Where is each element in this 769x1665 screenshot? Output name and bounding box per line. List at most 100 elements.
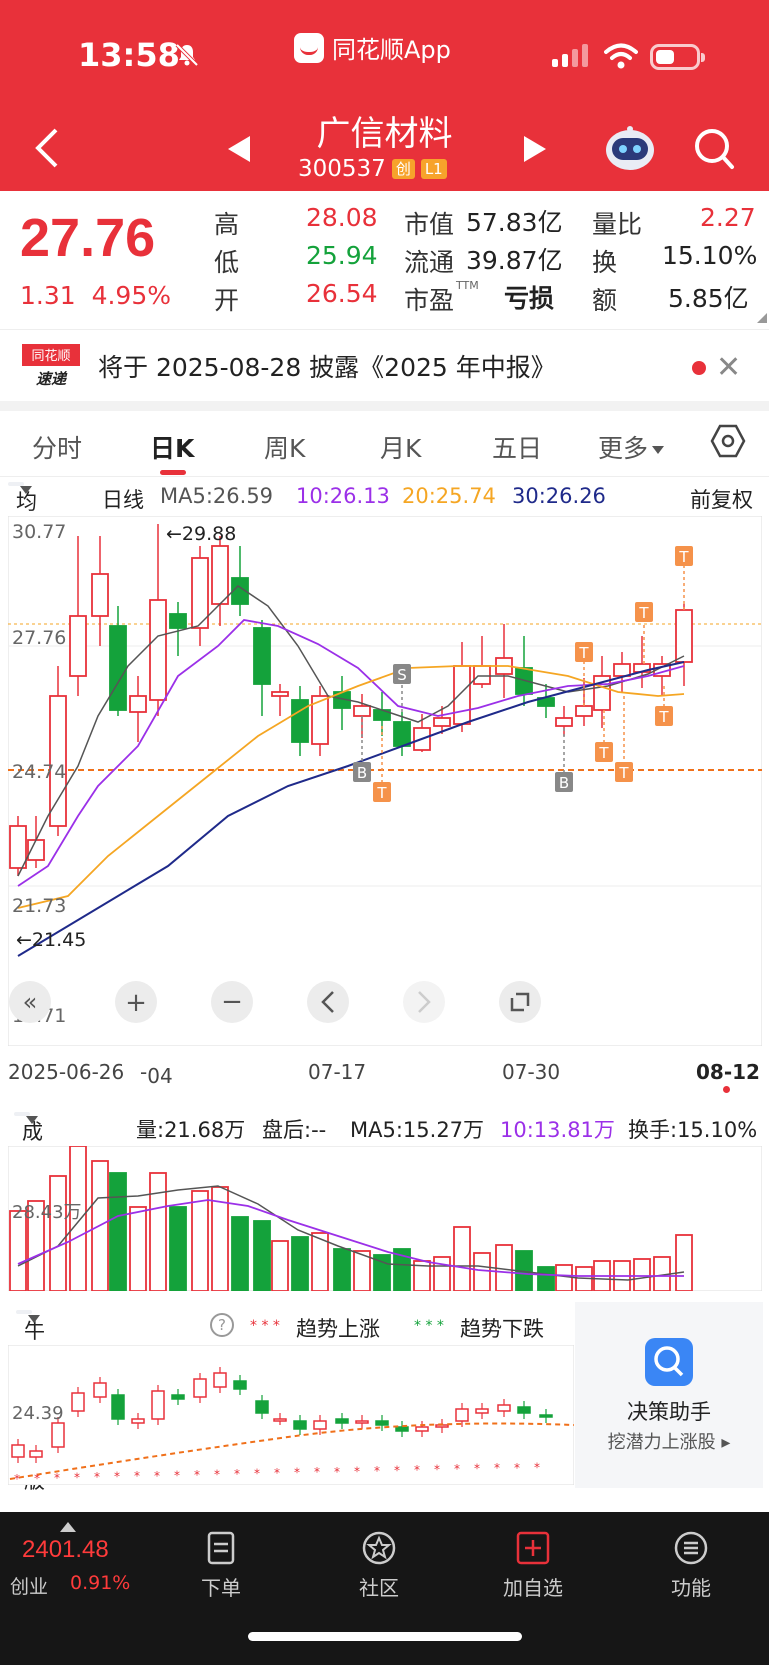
- svg-text:*: *: [394, 1463, 400, 1477]
- notice-text[interactable]: 将于 2025-08-28 披露《2025 年中报》: [98, 348, 556, 384]
- nav-add-watchlist[interactable]: 加自选: [478, 1512, 588, 1612]
- document-icon: [207, 1531, 235, 1565]
- float-value: 39.87亿: [466, 246, 563, 275]
- level-tag: L1: [420, 159, 447, 179]
- price-change: 1.31 4.95%: [20, 281, 171, 310]
- up-triangle-icon: [60, 1522, 76, 1532]
- battery-icon: [650, 44, 705, 70]
- notice-bar[interactable]: 同花顺 速递 将于 2025-08-28 披露《2025 年中报》 ✕: [0, 329, 769, 401]
- chevron-down-icon: [20, 486, 32, 494]
- svg-text:*: *: [234, 1467, 240, 1481]
- svg-text:*: *: [54, 1471, 60, 1485]
- minus-icon: −: [221, 987, 243, 1017]
- x-label-5: 08-12: [696, 1060, 760, 1084]
- svg-text:S: S: [397, 666, 407, 684]
- app-name: 同花顺App: [332, 36, 451, 64]
- x-axis: 2025-06-26 -04 07-17 07-30 08-12: [0, 1056, 769, 1093]
- last-price: 27.76: [20, 208, 156, 268]
- svg-text:同花顺: 同花顺: [31, 348, 70, 364]
- help-icon[interactable]: ?: [210, 1313, 234, 1337]
- stock-code-row: 300537 创 L1: [298, 156, 447, 182]
- tab-more[interactable]: 更多: [598, 429, 665, 465]
- signal-icon: [552, 44, 588, 67]
- pan-right-button[interactable]: [403, 981, 445, 1023]
- wifi-icon: [604, 43, 638, 69]
- adjust-mode[interactable]: 前复权: [690, 484, 753, 514]
- index-name: 创业: [10, 1576, 49, 1598]
- tab-intraday[interactable]: 分时: [32, 429, 82, 465]
- pan-left-button[interactable]: [307, 981, 349, 1023]
- turnover-value: 15.10%: [662, 241, 758, 270]
- candlestick-chart[interactable]: SBTBTTTTTT 30.77 27.76 24.74 21.73 18.71…: [8, 516, 762, 1046]
- indicator-version-selector[interactable]: 牛熊线指标版: [16, 1310, 45, 1493]
- bottom-nav: 2401.48 创业 0.91% 下单 社区 加自选 功能: [0, 1512, 769, 1665]
- fullscreen-button[interactable]: [499, 981, 541, 1023]
- x-label-2: -04: [140, 1060, 173, 1088]
- nav-community[interactable]: 社区: [324, 1512, 434, 1612]
- expand-corner-icon[interactable]: [757, 313, 767, 323]
- svg-text:*: *: [434, 1463, 440, 1477]
- tab-monthly-k[interactable]: 月K: [380, 429, 421, 465]
- app-switch-label[interactable]: 同花顺App: [294, 30, 451, 65]
- ma10-value: 10:26.13: [296, 484, 390, 508]
- bell-muted-icon: [175, 43, 199, 67]
- status-time: 13:58: [78, 36, 180, 74]
- star-circle-icon: [362, 1531, 396, 1565]
- svg-text:*: *: [154, 1469, 160, 1483]
- close-icon[interactable]: ✕: [716, 350, 741, 385]
- settings-hex-icon[interactable]: [710, 423, 746, 459]
- indicator-selector[interactable]: 均线: [8, 482, 37, 544]
- svg-text:*: *: [414, 1463, 420, 1477]
- news-logo-icon: 同花顺 速递: [22, 344, 80, 388]
- tab-daily-k[interactable]: 日K: [150, 429, 194, 465]
- x-label-4: 07-30: [502, 1060, 561, 1084]
- svg-text:*: *: [494, 1461, 500, 1475]
- svg-text:*: *: [34, 1471, 40, 1485]
- svg-text:*: *: [454, 1462, 460, 1476]
- y-low-label: 24.74: [12, 761, 66, 783]
- ind-y-label: 24.39: [12, 1403, 64, 1424]
- volume-legend-row: 成交量 量:21.68万 盘后:-- MA5:15.27万 10:13.81万 …: [0, 1110, 769, 1204]
- ma-legend-row: 均线 日线 MA5:26.59 10:26.13 20:25.74 30:26.…: [0, 480, 769, 544]
- svg-text:*: *: [134, 1469, 140, 1483]
- stock-code: 300537: [298, 156, 386, 182]
- high-value: 28.08: [306, 203, 378, 232]
- menu-circle-icon: [674, 1531, 708, 1565]
- min-price-label: ←21.45: [16, 929, 86, 951]
- svg-text:T: T: [638, 604, 649, 622]
- svg-text:*: *: [194, 1468, 200, 1482]
- header-bar: 13:58 同花顺App 广信材料 300537 创 L1: [0, 0, 769, 191]
- index-pct: 0.91%: [70, 1572, 131, 1594]
- quote-panel: 27.76 1.31 4.95% 高 28.08 低 25.94 开 26.54…: [0, 191, 769, 329]
- tab-five-day[interactable]: 五日: [492, 429, 542, 465]
- tab-weekly-k[interactable]: 周K: [264, 429, 305, 465]
- plus-square-icon: [516, 1531, 550, 1565]
- svg-text:B: B: [357, 764, 367, 782]
- nav-functions[interactable]: 功能: [636, 1512, 746, 1612]
- svg-text:*: *: [174, 1468, 180, 1482]
- decision-helper-card[interactable]: 决策助手 挖潜力上涨股 ▸: [575, 1302, 763, 1488]
- unread-dot: [692, 361, 706, 375]
- y-mid-label: 27.76: [12, 627, 66, 649]
- low-label: 低: [214, 248, 240, 277]
- volume-chart[interactable]: 28.43万: [8, 1146, 762, 1291]
- robot-assistant-icon[interactable]: [604, 124, 656, 172]
- mcap-label: 市值: [404, 210, 455, 239]
- svg-text:*: *: [334, 1465, 340, 1479]
- next-stock-arrow-icon[interactable]: [524, 136, 546, 162]
- plus-icon: +: [125, 988, 147, 1018]
- volume-value: 量:21.68万: [136, 1118, 246, 1142]
- bull-bear-indicator-chart[interactable]: * * * * * * * * * * * * * * * * * * * * * * * * * * * 24.39: [8, 1345, 574, 1485]
- home-indicator: [248, 1632, 522, 1641]
- search-icon[interactable]: [692, 126, 736, 172]
- nav-order[interactable]: 下单: [166, 1512, 276, 1612]
- open-value: 26.54: [306, 279, 378, 308]
- svg-text:*: *: [374, 1464, 380, 1478]
- svg-text:T: T: [598, 744, 609, 762]
- svg-text:T: T: [578, 644, 589, 662]
- volume-ratio-value: 2.27: [700, 203, 756, 232]
- pe-label: 市盈: [404, 286, 455, 315]
- svg-text:*: *: [534, 1460, 540, 1474]
- volume-selector[interactable]: 成交量: [14, 1112, 43, 1204]
- active-tab-indicator: [160, 470, 186, 475]
